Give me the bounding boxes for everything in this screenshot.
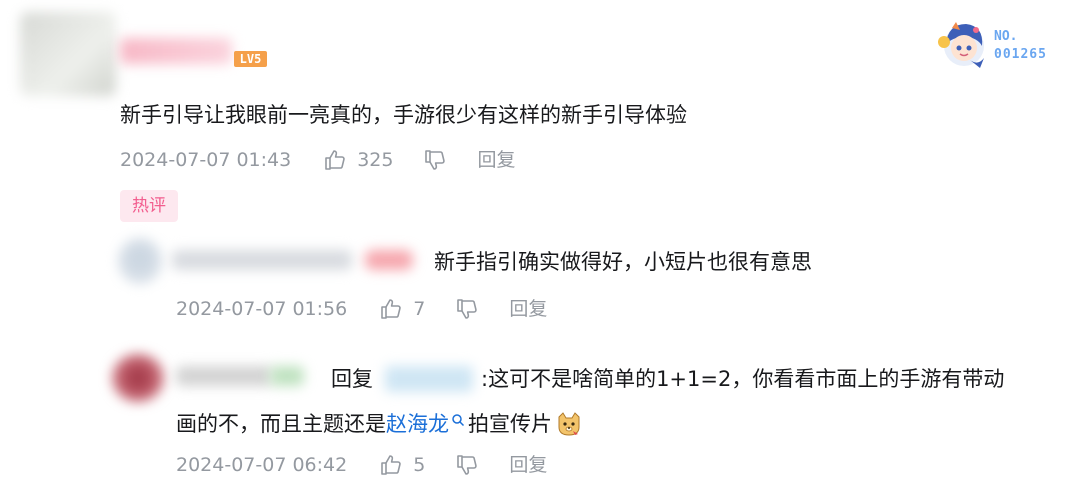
reply-meta: 2024-07-07 01:56 7 回复 — [176, 297, 547, 321]
comment-timestamp: 2024-07-07 01:43 — [120, 149, 292, 171]
thumbs-up-icon — [325, 150, 345, 170]
level-badge: LV5 — [234, 51, 267, 67]
fan-badge-avatar-icon — [938, 22, 984, 68]
reply-username[interactable] — [172, 250, 352, 270]
commenter-avatar[interactable] — [20, 12, 116, 96]
reply-text-part: 画的不，而且主题还是 — [176, 412, 386, 436]
reply-timestamp: 2024-07-07 01:56 — [176, 298, 348, 320]
thumbs-up-icon — [381, 299, 401, 319]
thumbs-up-icon — [381, 455, 401, 475]
fan-badge-number: 001265 — [994, 47, 1047, 62]
reply-username[interactable] — [176, 366, 272, 386]
reply-avatar[interactable] — [118, 238, 162, 284]
hot-comment-tag: 热评 — [120, 190, 178, 222]
reply-username-badge — [270, 366, 304, 386]
reply-text: 新手指引确实做得好，小短片也很有意思 — [434, 250, 812, 274]
search-icon[interactable] — [451, 413, 465, 427]
like-count: 5 — [413, 454, 426, 476]
doge-emoji-icon — [558, 412, 580, 436]
search-link[interactable]: 赵海龙 — [386, 409, 449, 439]
like-count: 325 — [357, 149, 394, 171]
reply-username-badge — [365, 250, 413, 270]
reply-meta: 2024-07-07 06:42 5 回复 — [176, 453, 547, 477]
reply-text-line2: 画的不，而且主题还是 赵海龙 拍宣传片 — [176, 409, 582, 439]
thumbs-down-icon — [457, 299, 478, 319]
dislike-button[interactable] — [455, 453, 479, 477]
like-count: 7 — [413, 298, 426, 320]
dislike-button[interactable] — [455, 297, 479, 321]
like-button[interactable]: 7 — [379, 297, 425, 321]
like-button[interactable]: 325 — [323, 148, 393, 172]
reply-button[interactable]: 回复 — [509, 453, 547, 477]
reply-text: :这可不是啥简单的1+1=2，你看看市面上的手游有带动 — [481, 367, 1005, 391]
like-button[interactable]: 5 — [379, 453, 425, 477]
comment-meta: 2024-07-07 01:43 325 回复 — [120, 148, 516, 172]
reply-avatar[interactable] — [112, 354, 164, 402]
commenter-username[interactable] — [120, 38, 232, 64]
fan-badge[interactable]: NO. 001265 — [934, 16, 1058, 72]
reply-to-username[interactable] — [385, 366, 473, 392]
thumbs-down-icon — [425, 150, 446, 170]
reply-text-part: 拍宣传片 — [468, 412, 552, 436]
reply-timestamp: 2024-07-07 06:42 — [176, 454, 348, 476]
reply-to-label: 回复 — [331, 367, 373, 391]
reply-button[interactable]: 回复 — [477, 148, 515, 172]
dislike-button[interactable] — [423, 148, 447, 172]
fan-badge-label: NO. — [994, 29, 1018, 44]
thumbs-down-icon — [457, 455, 478, 475]
comment-text: 新手引导让我眼前一亮真的，手游很少有这样的新手引导体验 — [120, 103, 687, 127]
reply-button[interactable]: 回复 — [509, 297, 547, 321]
